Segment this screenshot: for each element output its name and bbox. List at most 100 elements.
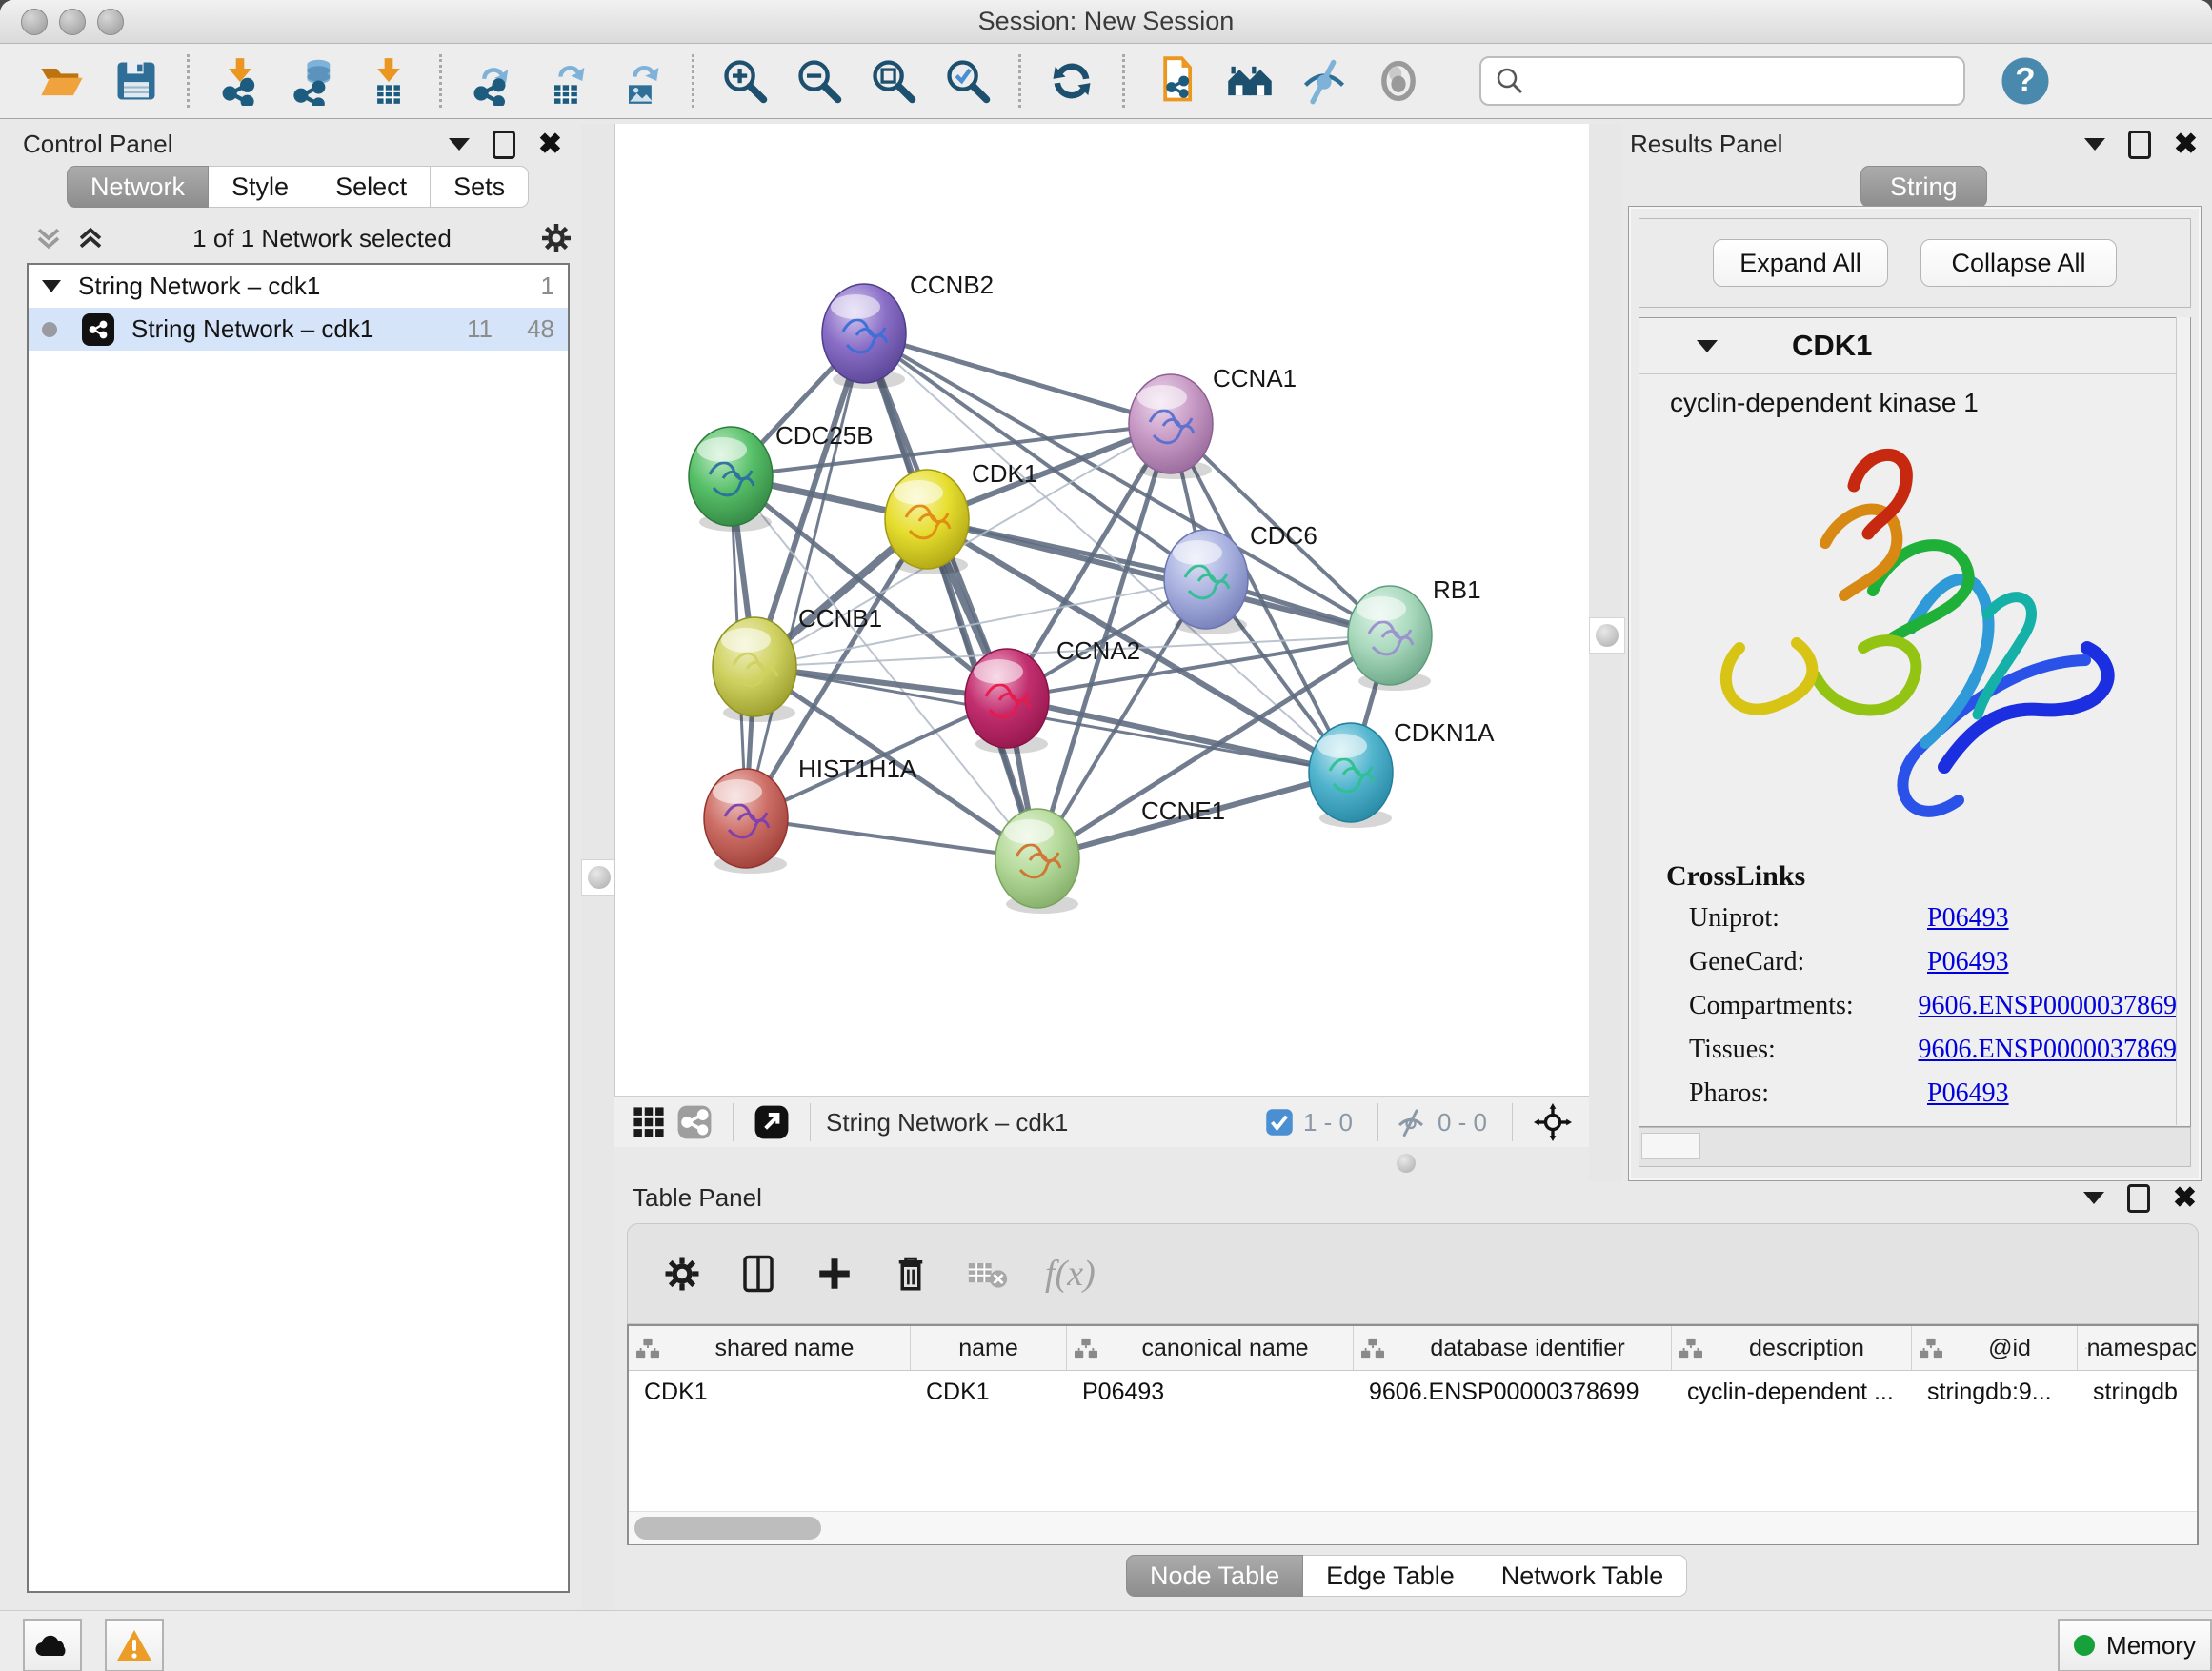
column-header[interactable]: canonical name	[1067, 1326, 1354, 1370]
apply-layout-icon[interactable]	[1044, 53, 1099, 109]
right-splitter[interactable]	[1589, 124, 1622, 1181]
tab-style[interactable]: Style	[209, 166, 312, 208]
close-panel-icon[interactable]: ✖	[2174, 133, 2198, 156]
column-header[interactable]: shared name	[629, 1326, 911, 1370]
zoom-selected-icon[interactable]	[940, 53, 995, 109]
save-session-icon[interactable]	[109, 53, 164, 109]
import-network-from-database-icon[interactable]	[287, 53, 342, 109]
warning-button[interactable]	[105, 1619, 164, 1671]
network-row[interactable]: String Network – cdk1 11 48	[29, 308, 568, 351]
column-type-icon	[1361, 1337, 1384, 1359]
column-header[interactable]: database identifier	[1354, 1326, 1672, 1370]
crosslink-link[interactable]: 9606.ENSP00000378699	[1919, 1035, 2190, 1065]
import-table-from-file-icon[interactable]	[361, 53, 416, 109]
collapse-all-icon[interactable]	[34, 224, 63, 252]
network-from-selection-icon[interactable]	[1148, 53, 1203, 109]
gear-icon[interactable]	[539, 221, 573, 255]
node-label-CCNE1: CCNE1	[1141, 796, 1225, 825]
import-network-from-file-icon[interactable]	[212, 53, 268, 109]
expand-all-icon[interactable]	[76, 224, 105, 252]
crosslink-link[interactable]: P06493	[1927, 1078, 2009, 1109]
open-in-new-window-icon[interactable]	[751, 1095, 793, 1150]
collapse-panel-icon[interactable]	[2084, 138, 2105, 151]
float-panel-icon[interactable]	[2128, 131, 2151, 159]
network-selection-status: 1 of 1 Network selected	[105, 224, 539, 253]
left-splitter[interactable]	[581, 124, 614, 1610]
zoom-in-icon[interactable]	[717, 53, 773, 109]
gene-section-header[interactable]: CDK1	[1639, 318, 2190, 374]
network-canvas[interactable]: CCNB2CCNA1CDC25BCDK1CDC6RB1CCNB1CCNA2CDK…	[614, 124, 1589, 1096]
horizontal-splitter-handle[interactable]	[1391, 1149, 1421, 1178]
close-panel-icon[interactable]: ✖	[538, 133, 562, 156]
crosslink-link[interactable]: P06493	[1927, 947, 2009, 977]
network-collection-row[interactable]: String Network – cdk1 1	[29, 265, 568, 308]
close-panel-icon[interactable]: ✖	[2173, 1187, 2197, 1210]
memory-button[interactable]: Memory	[2058, 1619, 2212, 1671]
birdseye-toggle-icon[interactable]	[1530, 1095, 1576, 1150]
export-image-icon[interactable]	[613, 53, 669, 109]
zoom-window-button[interactable]	[97, 9, 124, 35]
table-row[interactable]: CDK1 CDK1 P06493 9606.ENSP00000378699 cy…	[629, 1371, 2197, 1413]
function-builder-icon: f(x)	[1045, 1253, 1096, 1295]
export-table-icon[interactable]	[539, 53, 594, 109]
close-window-button[interactable]	[21, 9, 48, 35]
cloud-button[interactable]	[23, 1619, 82, 1671]
column-header[interactable]: @id	[1912, 1326, 2078, 1370]
export-network-icon[interactable]	[465, 53, 520, 109]
string-view-icon[interactable]	[674, 1095, 715, 1150]
collapse-panel-icon[interactable]	[2083, 1192, 2104, 1204]
node-label-CDC6: CDC6	[1250, 521, 1317, 550]
collapse-panel-icon[interactable]	[449, 138, 470, 151]
crosslink-label: GeneCard:	[1689, 947, 1927, 977]
tab-select[interactable]: Select	[312, 166, 431, 208]
string-app-icon	[82, 313, 114, 346]
crosslink-link[interactable]: P06493	[1927, 903, 2009, 934]
show-columns-icon[interactable]	[738, 1254, 778, 1294]
show-home-panels-icon[interactable]	[1222, 53, 1277, 109]
results-hscroll-thumb[interactable]	[1641, 1133, 1700, 1159]
help-icon[interactable]: ?	[1998, 53, 2053, 109]
float-panel-icon[interactable]	[2127, 1184, 2150, 1213]
tab-network-table[interactable]: Network Table	[1478, 1555, 1688, 1597]
selected-counts: 1 - 0	[1303, 1108, 1353, 1137]
results-vscrollbar[interactable]	[2176, 317, 2190, 1125]
tab-network[interactable]: Network	[67, 166, 209, 208]
minimize-window-button[interactable]	[59, 9, 86, 35]
column-type-icon	[1920, 1337, 1942, 1359]
selected-checkbox-icon[interactable]	[1265, 1108, 1294, 1137]
results-hscrollbar[interactable]	[1639, 1127, 2191, 1167]
column-header[interactable]: name	[911, 1326, 1067, 1370]
search-input[interactable]	[1525, 66, 1929, 97]
table-gear-icon[interactable]	[662, 1254, 702, 1294]
section-collapse-icon[interactable]	[1697, 340, 1718, 352]
gene-section: CDK1 cyclin-dependent kinase 1	[1639, 317, 2191, 1127]
zoom-out-icon[interactable]	[792, 53, 847, 109]
collapse-all-button[interactable]: Collapse All	[1920, 239, 2117, 287]
zoom-fit-content-icon[interactable]	[866, 53, 921, 109]
right-splitter-handle[interactable]	[1589, 617, 1625, 654]
column-header[interactable]: namespac	[2078, 1326, 2197, 1370]
float-panel-icon[interactable]	[493, 131, 515, 159]
tree-expand-icon[interactable]	[42, 280, 61, 292]
network-graph[interactable]: CCNB2CCNA1CDC25BCDK1CDC6RB1CCNB1CCNA2CDK…	[615, 124, 1589, 1096]
hide-panels-icon[interactable]	[1297, 53, 1352, 109]
eye-icon[interactable]	[1371, 53, 1426, 109]
crosslink-link[interactable]: 9606.ENSP00000378699	[1919, 991, 2190, 1021]
expand-all-button[interactable]: Expand All	[1713, 239, 1888, 287]
cell-database-identifier: 9606.ENSP00000378699	[1354, 1371, 1672, 1413]
delete-column-icon[interactable]	[891, 1254, 931, 1294]
table-hscroll-thumb[interactable]	[634, 1517, 821, 1540]
column-header[interactable]: description	[1672, 1326, 1912, 1370]
tab-edge-table[interactable]: Edge Table	[1303, 1555, 1478, 1597]
add-column-icon[interactable]	[814, 1254, 855, 1294]
open-session-icon[interactable]	[34, 53, 90, 109]
horizontal-splitter[interactable]	[614, 1147, 1589, 1181]
current-network-dot	[42, 322, 57, 337]
node-label-CCNB1: CCNB1	[798, 604, 882, 633]
grid-view-icon[interactable]	[628, 1095, 670, 1150]
table-hscrollbar[interactable]	[629, 1511, 2197, 1544]
tab-node-table[interactable]: Node Table	[1126, 1555, 1303, 1597]
tab-string[interactable]: String	[1860, 166, 1987, 208]
left-splitter-handle[interactable]	[581, 859, 617, 896]
tab-sets[interactable]: Sets	[431, 166, 529, 208]
